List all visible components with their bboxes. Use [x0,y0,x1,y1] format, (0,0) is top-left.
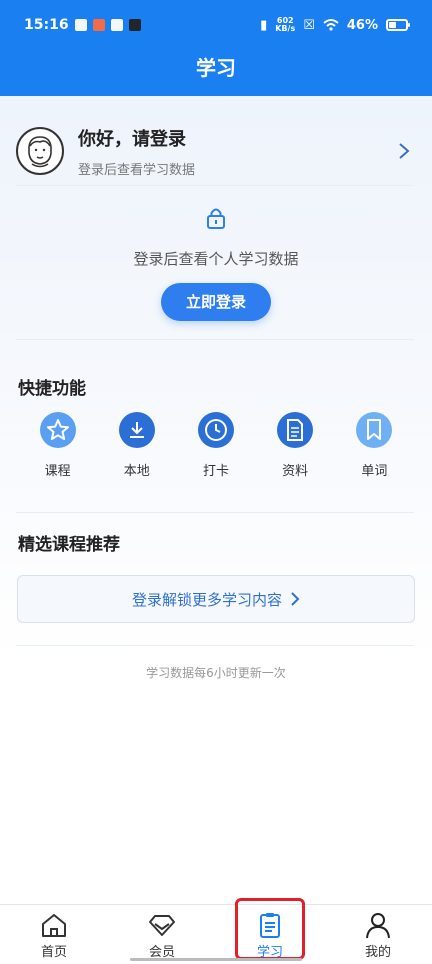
clock-icon [197,412,234,448]
quick-materials[interactable]: 资料 [265,412,325,479]
update-note: 学习数据每6小时更新一次 [146,666,286,680]
app-header: 15:16 ▮ 602 KB/s ☒ 46% 学习 [0,0,432,96]
status-bar: 15:16 ▮ 602 KB/s ☒ 46% [0,0,432,50]
quick-item-label: 打卡 [202,464,229,479]
divider [16,339,414,340]
main-content: 你好，请登录 登录后查看学习数据 登录后查看个人学习数据 立即登录 快捷功能 课… [0,96,432,904]
login-subtitle: 登录后查看学习数据 [78,162,196,178]
sync-notification-icon [110,19,123,31]
no-sim-icon: ☒ [303,17,315,33]
net-speed: 602 KB/s [275,17,295,33]
quick-item-label: 本地 [123,464,150,479]
diamond-icon [108,911,216,939]
tab-home[interactable]: 首页 [0,905,108,964]
avatar [16,127,64,175]
divider [16,512,414,513]
tab-label: 首页 [40,945,67,960]
app-notification-icon [92,19,105,31]
tab-label: 我的 [364,945,391,960]
chevron-right-icon [291,592,300,606]
battery-percent: 46% [346,17,378,33]
download-icon [118,412,155,448]
mail-notification-icon [74,19,87,31]
person-icon [324,911,432,939]
lock-icon [207,208,225,229]
tab-study[interactable]: 学习 [216,905,324,964]
divider [16,645,414,646]
battery-icon [386,19,410,31]
home-indicator [130,958,302,961]
home-icon [0,911,108,939]
greeting-text: 你好，请登录 [78,128,186,150]
quick-words[interactable]: 单词 [344,412,404,479]
unlock-more-button[interactable]: 登录解锁更多学习内容 [17,575,415,623]
page-title: 学习 [196,56,236,80]
quick-functions-grid: 课程 本地 打卡 资料 单词 [0,412,432,479]
quick-item-label: 单词 [361,464,388,479]
quick-functions-title: 快捷功能 [18,379,86,399]
play-notification-icon [128,19,141,31]
quick-item-label: 资料 [282,464,309,479]
bottom-tab-bar: 首页 会员 学习 我的 [0,904,432,964]
login-panel: 登录后查看个人学习数据 立即登录 [0,206,432,321]
star-icon [39,412,76,448]
recommend-title: 精选课程推荐 [18,535,120,555]
divider [16,185,414,186]
net-speed-unit: KB/s [275,24,296,33]
quick-checkin[interactable]: 打卡 [186,412,246,479]
chevron-right-icon [399,143,410,159]
bookmark-icon [356,412,393,448]
wifi-icon [323,19,339,31]
quick-item-label: 课程 [44,464,71,479]
quick-local[interactable]: 本地 [107,412,167,479]
login-button[interactable]: 立即登录 [161,283,271,321]
quick-course[interactable]: 课程 [28,412,88,479]
tab-mine[interactable]: 我的 [324,905,432,964]
vibrate-icon: ▮ [260,17,268,33]
clipboard-icon [216,911,324,939]
unlock-label: 登录解锁更多学习内容 [131,590,282,609]
login-entry-row[interactable]: 你好，请登录 登录后查看学习数据 [16,116,416,186]
document-icon [277,412,314,448]
tab-vip[interactable]: 会员 [108,905,216,964]
avatar-face-icon [28,136,52,168]
status-time: 15:16 [24,17,69,33]
login-prompt: 登录后查看个人学习数据 [133,250,299,268]
